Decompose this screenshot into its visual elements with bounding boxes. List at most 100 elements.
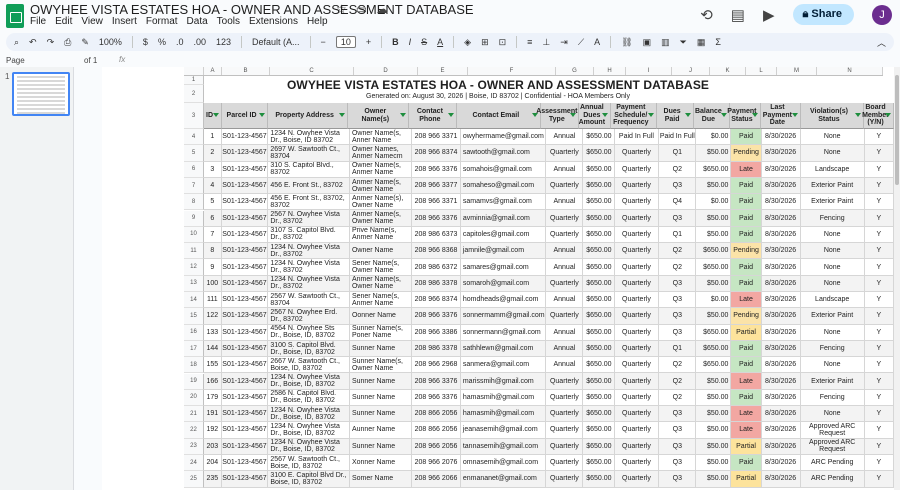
table-cell[interactable]: $50.00	[696, 406, 732, 423]
table-cell[interactable]: Y	[864, 357, 894, 374]
table-cell[interactable]: $650.00	[583, 177, 615, 195]
table-cell[interactable]: Owner Name(s, Anmer Name	[349, 161, 413, 178]
table-cell[interactable]: S01-123-4567	[221, 226, 269, 244]
row-header[interactable]: 4	[184, 129, 204, 146]
table-cell[interactable]: $50.00	[696, 145, 732, 162]
table-cell[interactable]: Quarterly	[546, 145, 584, 162]
table-cell[interactable]: Sunner Name	[349, 373, 413, 390]
table-cell[interactable]: Paid In Full	[614, 129, 660, 146]
table-cell[interactable]: 8/30/2026	[761, 389, 801, 407]
row-header[interactable]: 6	[184, 161, 204, 178]
table-cell[interactable]: Sener Name(s, Owner Name	[349, 259, 413, 276]
table-cell[interactable]: S01-123-4567	[221, 438, 269, 455]
table-cell[interactable]: 192	[204, 422, 222, 439]
table-cell[interactable]: 456 E. Front St., 83702, 83702	[268, 194, 350, 211]
table-cell[interactable]: $50.00	[696, 438, 732, 455]
table-cell[interactable]: Q2	[659, 373, 697, 390]
table-cell[interactable]: Anmer Name(s), Owner Name	[349, 194, 413, 211]
header-cell[interactable]: Contact Phone	[409, 103, 458, 129]
payment-status-cell[interactable]: Paid	[731, 194, 762, 211]
row-header[interactable]: 2	[184, 85, 204, 103]
table-cell[interactable]: 133	[204, 324, 222, 341]
row-header[interactable]: 7	[184, 177, 204, 195]
table-cell[interactable]: Quarterly	[614, 422, 660, 439]
table-cell[interactable]: Aunner Name	[349, 422, 413, 439]
table-cell[interactable]: Quarterly	[614, 177, 660, 195]
table-cell[interactable]: Y	[864, 324, 894, 341]
table-cell[interactable]: $650.00	[583, 324, 615, 341]
table-cell[interactable]: Annual	[546, 161, 584, 178]
table-cell[interactable]: 6	[204, 210, 222, 227]
table-cell[interactable]: Quarterly	[614, 275, 660, 292]
table-cell[interactable]: Quarterly	[614, 226, 660, 244]
table-cell[interactable]: $0.00	[696, 129, 732, 146]
table-cell[interactable]: 2567 W. Sawtooth Ct., 83704	[268, 291, 350, 309]
table-cell[interactable]: 8/30/2026	[761, 357, 801, 374]
table-cell[interactable]: 9	[204, 259, 222, 276]
table-cell[interactable]: 2	[204, 145, 222, 162]
table-cell[interactable]: 2567 W. Sawtooth Ct., Boise, ID, 83702	[268, 454, 350, 472]
header-cell[interactable]: Payment Status	[727, 103, 761, 129]
table-cell[interactable]: Q1	[659, 226, 697, 244]
table-cell[interactable]: 208 866 2056	[412, 422, 461, 439]
payment-status-cell[interactable]: Pending	[731, 243, 762, 260]
column-header-l[interactable]: L	[746, 67, 777, 75]
table-cell[interactable]: 208 986 3378	[412, 275, 461, 292]
table-cell[interactable]: 208 966 2076	[412, 454, 461, 472]
header-cell[interactable]: Board Member (Y/N)	[862, 103, 894, 129]
filter-dropdown-icon[interactable]	[259, 113, 266, 117]
table-cell[interactable]: $650.00	[583, 471, 615, 488]
payment-status-cell[interactable]: Paid	[731, 454, 762, 472]
filter-dropdown-icon[interactable]	[684, 113, 691, 117]
table-cell[interactable]: 1234 N. Owyhee Vista Dr., 83702	[268, 275, 350, 292]
column-header-f[interactable]: F	[468, 67, 556, 75]
table-cell[interactable]: Landscape	[800, 291, 865, 309]
table-cell[interactable]: Owner Names, Anmer Namecm	[349, 145, 413, 162]
row-header[interactable]: 24	[184, 455, 204, 472]
table-cell[interactable]: Sunner Name(s, Poner Name	[349, 324, 413, 341]
table-cell[interactable]: $650.00	[583, 161, 615, 178]
table-cell[interactable]: hamasmih@gmail.com	[460, 389, 547, 407]
table-cell[interactable]: 208 966 8374	[412, 291, 461, 309]
table-cell[interactable]: Quarterly	[546, 226, 584, 244]
table-cell[interactable]: 1234 N. Owyhee Vista Dr., 83702	[268, 243, 350, 260]
row-header[interactable]: 22	[184, 422, 204, 439]
table-cell[interactable]: Y	[864, 291, 894, 309]
table-cell[interactable]: 2586 N. Capitol Blvd. Dr., Boise, ID, 83…	[268, 389, 350, 407]
table-cell[interactable]: Approved ARC Request	[800, 438, 865, 455]
filter-dropdown-icon[interactable]	[602, 113, 609, 117]
table-cell[interactable]: Y	[864, 406, 894, 423]
table-cell[interactable]: Annual	[546, 340, 584, 358]
table-cell[interactable]: 1234 N. Owyhee Vista Dr., Boise, ID, 837…	[268, 406, 350, 423]
menu-data[interactable]: Data	[187, 16, 208, 27]
table-cell[interactable]: Quarterly	[614, 357, 660, 374]
row-header[interactable]: 8	[184, 194, 204, 211]
table-cell[interactable]: 155	[204, 357, 222, 374]
table-cell[interactable]: $650.00	[583, 129, 615, 146]
payment-status-cell[interactable]: Paid	[731, 129, 762, 146]
table-cell[interactable]: None	[800, 357, 865, 374]
table-cell[interactable]: 8	[204, 243, 222, 260]
header-cell[interactable]: Parcel ID	[222, 103, 269, 129]
menu-tools[interactable]: Tools	[217, 16, 240, 27]
table-cell[interactable]: 111	[204, 291, 222, 309]
table-cell[interactable]: sonnermann@gmail.com	[460, 324, 547, 341]
table-cell[interactable]: Y	[864, 194, 894, 211]
table-cell[interactable]: $50.00	[696, 422, 732, 439]
row-header[interactable]: 11	[184, 243, 204, 260]
payment-status-cell[interactable]: Late	[731, 373, 762, 390]
table-cell[interactable]: 2667 W. Sawtooth Ct., Boise, ID, 83702	[268, 357, 350, 374]
table-cell[interactable]: Quarterly	[546, 210, 584, 227]
table-cell[interactable]: Quarterly	[614, 291, 660, 309]
table-cell[interactable]: 1234 N. Owyhee Vista Dr., Boise, ID, 837…	[268, 422, 350, 439]
table-cell[interactable]: Q3	[659, 210, 697, 227]
cloud-status-icon[interactable]: ☁	[376, 2, 388, 16]
column-header-n[interactable]: N	[817, 67, 883, 75]
table-cell[interactable]: Annual	[546, 291, 584, 309]
italic-icon[interactable]: I	[409, 37, 412, 47]
collapse-toolbar-icon[interactable]: ︿	[877, 36, 886, 49]
table-cell[interactable]: $650.00	[583, 226, 615, 244]
table-cell[interactable]: S01-123-4567	[221, 340, 269, 358]
payment-status-cell[interactable]: Late	[731, 161, 762, 178]
share-button[interactable]: 🔒︎ Share	[792, 4, 854, 25]
